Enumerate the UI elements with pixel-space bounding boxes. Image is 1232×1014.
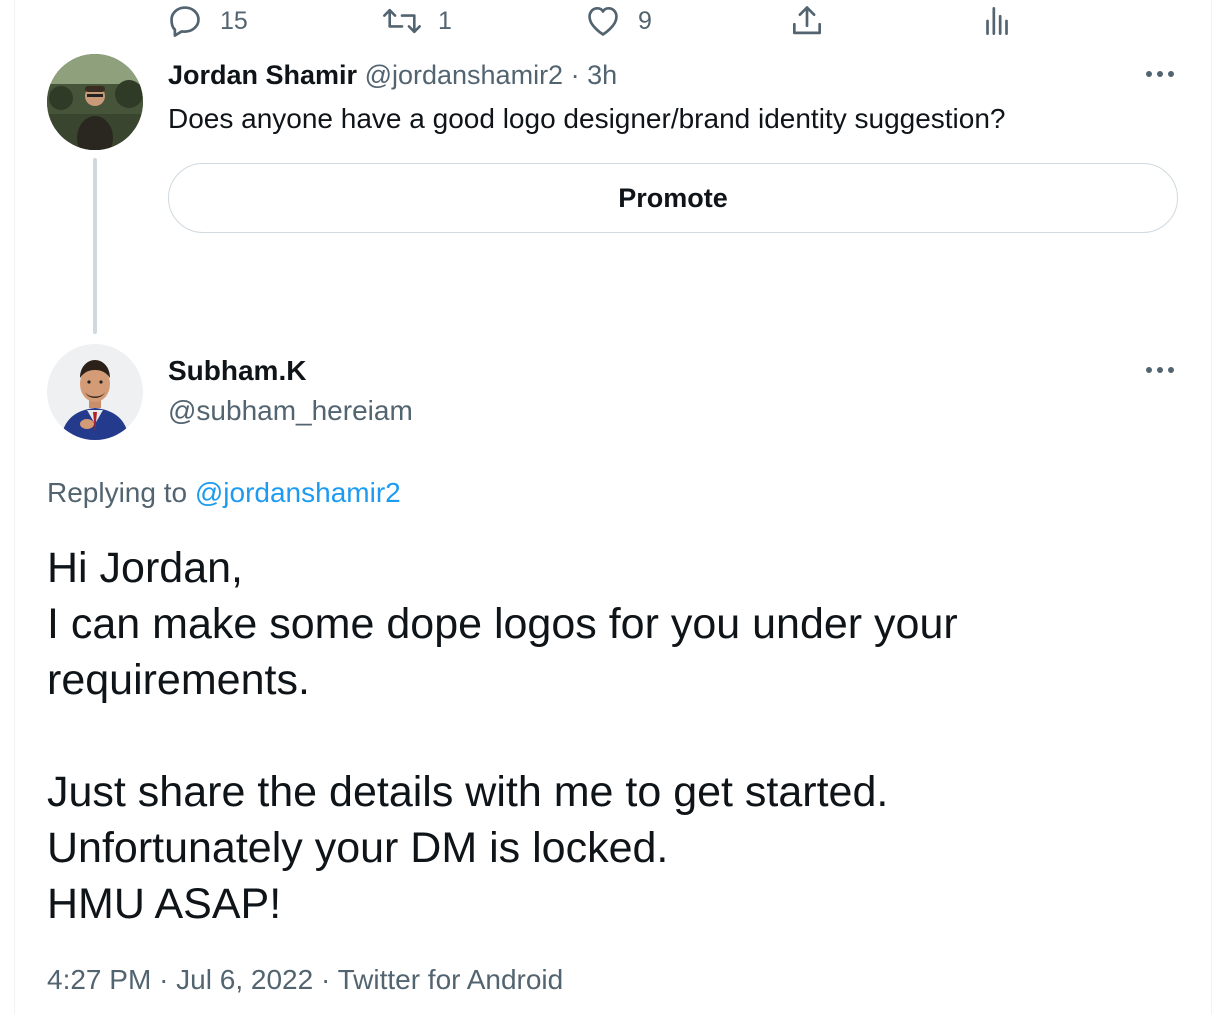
- replying-to-prefix: Replying to: [47, 477, 188, 508]
- reply-text-line: Hi Jordan,: [47, 544, 243, 592]
- subham-avatar[interactable]: [47, 344, 143, 440]
- retweet-icon: [383, 8, 421, 34]
- jordan-avatar[interactable]: [47, 54, 143, 150]
- analytics-icon: [986, 6, 1008, 36]
- reply-text-line: HMU ASAP!: [47, 880, 282, 928]
- thread-connector-line: [93, 158, 97, 334]
- parent-timestamp[interactable]: 3h: [587, 60, 617, 90]
- timestamp-separator: ·: [159, 964, 169, 995]
- share-button[interactable]: [788, 0, 826, 42]
- reply-text-line: Just share the details with me to get st…: [47, 768, 889, 816]
- reply-text-line: requirements.: [47, 656, 310, 704]
- reply-handle[interactable]: @subham_hereiam: [168, 394, 413, 428]
- share-icon: [792, 6, 822, 35]
- reply-button[interactable]: 15: [166, 0, 248, 42]
- replying-to-line: Replying to @jordanshamir2: [47, 476, 401, 510]
- reply-count: 15: [220, 6, 248, 35]
- reply-source[interactable]: Twitter for Android: [338, 964, 564, 995]
- replying-to-mention[interactable]: @jordanshamir2: [195, 477, 401, 508]
- reply-timestamp-line: 4:27 PM · Jul 6, 2022 · Twitter for Andr…: [47, 962, 563, 998]
- reply-text-line: Unfortunately your DM is locked.: [47, 824, 669, 872]
- more-horizontal-icon: [1146, 367, 1174, 373]
- reply-icon: [170, 6, 200, 37]
- parent-tweet-text: Does anyone have a good logo designer/br…: [168, 103, 1006, 134]
- reply-text-line: I can make some dope logos for you under…: [47, 600, 958, 648]
- parent-display-name[interactable]: Jordan Shamir: [168, 60, 357, 90]
- timestamp-separator: ·: [320, 964, 331, 995]
- like-button[interactable]: 9: [584, 0, 652, 42]
- analytics-button[interactable]: [978, 0, 1016, 42]
- parent-tweet-header: Jordan Shamir @jordanshamir2 · 3h: [168, 58, 617, 92]
- retweet-button[interactable]: 1: [382, 0, 452, 42]
- parent-meta-separator: ·: [570, 60, 580, 90]
- reply-more-button[interactable]: [1140, 350, 1180, 390]
- reply-display-name[interactable]: Subham.K: [168, 354, 306, 388]
- reply-text-line-blank: [47, 708, 1167, 764]
- promote-button[interactable]: Promote: [168, 163, 1178, 233]
- more-horizontal-icon: [1146, 71, 1174, 77]
- reply-date[interactable]: Jul 6, 2022: [176, 964, 313, 995]
- like-count: 9: [638, 6, 652, 35]
- heart-icon: [588, 6, 618, 36]
- parent-more-button[interactable]: [1140, 54, 1180, 94]
- parent-handle[interactable]: @jordanshamir2: [365, 60, 564, 90]
- reply-tweet-text: Hi Jordan, I can make some dope logos fo…: [47, 540, 1167, 932]
- retweet-count: 1: [438, 6, 452, 35]
- reply-time[interactable]: 4:27 PM: [47, 964, 151, 995]
